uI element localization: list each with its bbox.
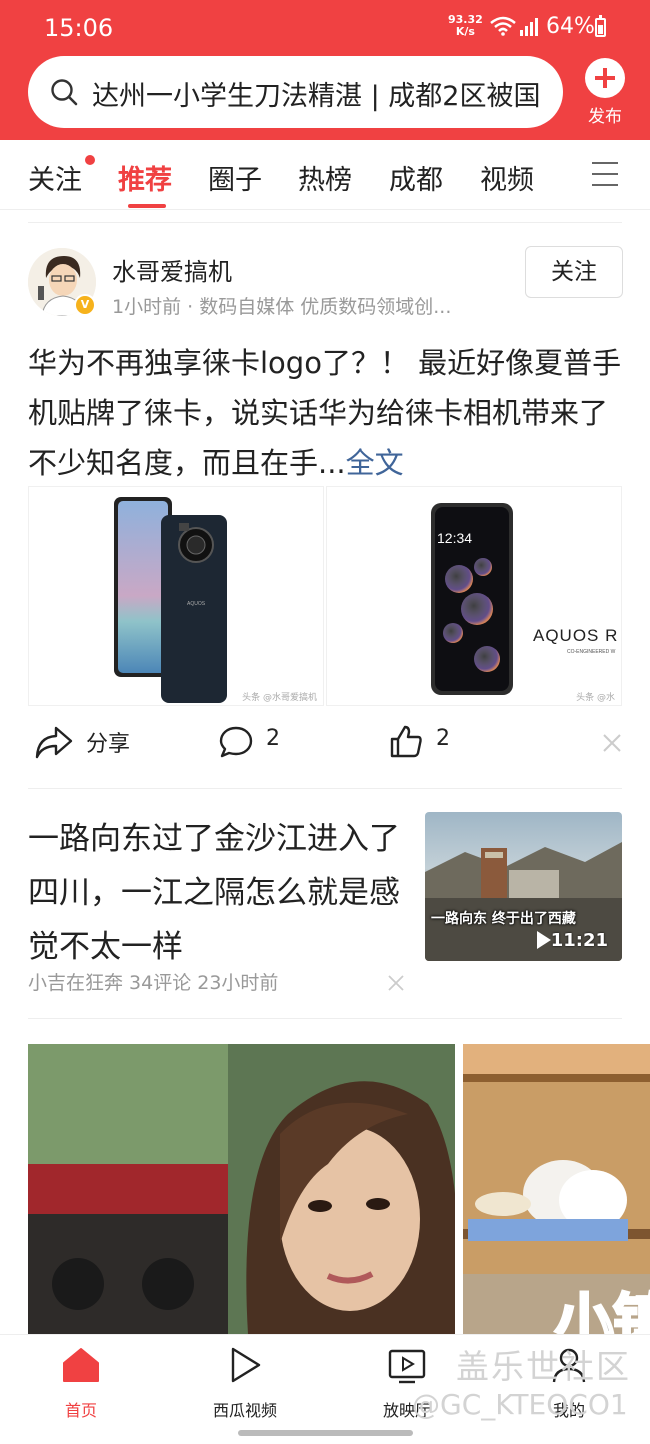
- nav-xigua-video[interactable]: 西瓜视频: [190, 1345, 300, 1421]
- share-label[interactable]: 分享: [86, 726, 130, 758]
- divider: [28, 222, 622, 223]
- divider: [28, 788, 622, 789]
- channel-tabs: 关注 推荐 圈子 热榜 成都 视频: [0, 140, 650, 210]
- tab-recommended[interactable]: 推荐: [118, 158, 172, 197]
- publish-button[interactable]: 发布: [582, 58, 628, 127]
- article-title[interactable]: 一路向东过了金沙江进入了四川，一江之隔怎么就是感觉不太一样: [28, 812, 408, 974]
- dismiss-icon[interactable]: [388, 975, 404, 991]
- tab-hot-list[interactable]: 热榜: [298, 158, 352, 197]
- notification-dot: [85, 155, 95, 165]
- like-count: 2: [436, 726, 450, 751]
- nav-home-label: 首页: [64, 1401, 97, 1420]
- community-watermark: 盖乐世社区: [456, 1347, 631, 1386]
- play-icon: [537, 931, 551, 949]
- thumbnail-caption: 一路向东 终于出了西藏: [431, 911, 576, 927]
- phone-back-illustration: AQUOS: [114, 497, 227, 703]
- signal-icon: [520, 18, 538, 36]
- tab-following[interactable]: 关注: [28, 158, 82, 197]
- image-watermark: 头条 @水哥爱搞机: [242, 693, 317, 703]
- net-speed-unit: K/s: [455, 25, 475, 38]
- dismiss-icon[interactable]: [602, 733, 622, 753]
- phone-front-illustration: 12:34 AQUOS R CO-ENGINEERED W: [431, 503, 618, 695]
- divider: [28, 1018, 622, 1019]
- share-icon[interactable]: [34, 724, 74, 760]
- battery-percentage: 64%: [546, 14, 595, 39]
- video-thumbnail[interactable]: 一路向东 终于出了西藏 11:21: [425, 812, 622, 961]
- truck-and-woman-illustration: [28, 1044, 455, 1334]
- verified-badge-icon: V: [74, 294, 96, 316]
- tab-circles[interactable]: 圈子: [208, 158, 262, 197]
- tv-icon: [388, 1349, 426, 1384]
- active-tab-indicator: [128, 204, 166, 208]
- status-bar: 15:06 93.32 K/s 64%: [0, 0, 650, 56]
- video-cover-1[interactable]: [28, 1044, 455, 1334]
- plus-icon: [585, 58, 625, 98]
- channel-menu-icon[interactable]: [592, 162, 618, 186]
- play-icon: [231, 1347, 261, 1383]
- cover-title: 小镇: [553, 1286, 650, 1335]
- nav-home[interactable]: 首页: [26, 1345, 136, 1421]
- publish-label: 发布: [588, 107, 622, 127]
- search-trending-text: 达州一小学生刀法精湛 | 成都2区被国: [92, 81, 541, 112]
- comment-count: 2: [266, 726, 280, 751]
- post-image-2[interactable]: 12:34 AQUOS R CO-ENGINEERED W 头条 @水: [326, 486, 622, 706]
- follow-button[interactable]: 关注: [525, 246, 623, 298]
- phone-clock: 12:34: [437, 530, 472, 546]
- nav-xigua-label: 西瓜视频: [212, 1401, 277, 1420]
- net-speed: 93.32 K/s: [448, 14, 483, 38]
- home-icon: [63, 1348, 99, 1382]
- post-meta: 1小时前 · 数码自媒体 优质数码领域创...: [112, 296, 452, 318]
- product-name: AQUOS R: [533, 626, 618, 645]
- video-cover-2[interactable]: 小镇: [463, 1044, 650, 1334]
- search-icon: [51, 79, 78, 106]
- home-indicator[interactable]: [238, 1430, 413, 1436]
- comment-icon[interactable]: [218, 724, 254, 760]
- post-image-1[interactable]: AQUOS 头条 @水哥爱搞机: [28, 486, 324, 706]
- user-handle-watermark: @GC_KTEOCO1: [412, 1388, 628, 1421]
- phone-brand-mark: AQUOS: [187, 601, 206, 607]
- product-sub: CO-ENGINEERED W: [567, 649, 616, 655]
- video-duration: 11:21: [550, 930, 608, 951]
- tab-chengdu[interactable]: 成都: [389, 158, 443, 197]
- status-time: 15:06: [44, 14, 114, 42]
- search-bar[interactable]: 达州一小学生刀法精湛 | 成都2区被国: [28, 56, 563, 128]
- post-body[interactable]: 华为不再独享徕卡logo了？！ 最近好像夏普手机贴牌了徕卡，说实话华为给徕卡相机…: [28, 338, 628, 488]
- like-icon[interactable]: [388, 724, 424, 760]
- battery-icon: [595, 15, 606, 37]
- wifi-icon: [490, 16, 516, 36]
- read-more-link[interactable]: 全文: [346, 446, 404, 480]
- article-meta: 小吉在狂奔 34评论 23小时前: [28, 972, 279, 994]
- author-name[interactable]: 水哥爱搞机: [112, 252, 232, 287]
- post-body-text: 华为不再独享徕卡logo了？！ 最近好像夏普手机贴牌了徕卡，说实话华为给徕卡相机…: [28, 346, 622, 480]
- app-header: 15:06 93.32 K/s 64% 达州一小学生刀法精湛 | 成都2区被国 …: [0, 0, 650, 140]
- image-watermark: 头条 @水: [576, 693, 615, 703]
- tab-video[interactable]: 视频: [480, 158, 534, 197]
